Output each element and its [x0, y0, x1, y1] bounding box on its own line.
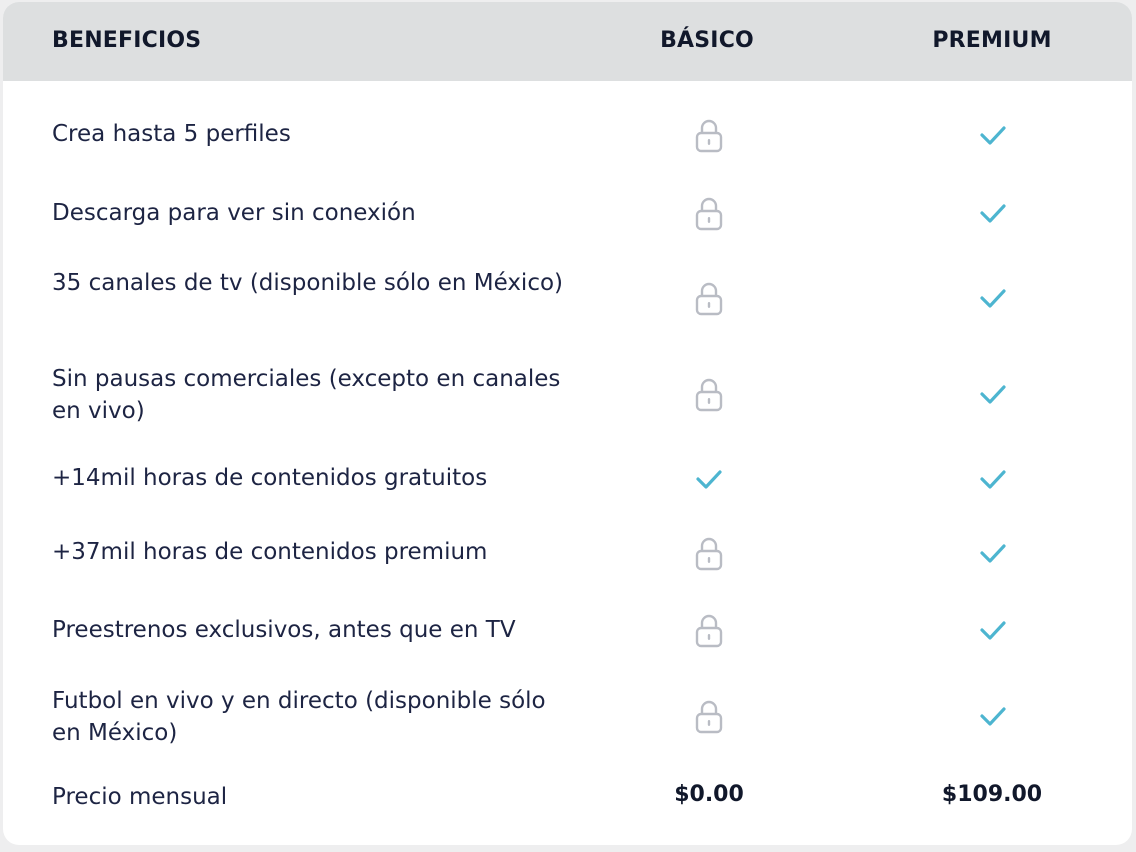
header-premium-plan: PREMIUM [932, 28, 1052, 53]
benefit-label: +37mil horas de contenidos premium [52, 539, 488, 565]
price-label: Precio mensual [52, 784, 228, 810]
table-header: BENEFICIOS BÁSICO PREMIUM [3, 2, 1132, 81]
benefit-label: 35 canales de tv (disponible sólo en Méx… [52, 270, 564, 296]
lock-icon [679, 375, 739, 415]
check-icon [963, 194, 1023, 234]
check-icon [963, 534, 1023, 574]
premium-price: $109.00 [941, 782, 1043, 807]
basic-price: $0.00 [674, 782, 744, 807]
benefit-label: Crea hasta 5 perfiles [52, 121, 291, 147]
lock-icon [679, 534, 739, 574]
benefit-label: Sin pausas comerciales (excepto en canal… [52, 366, 561, 424]
header-basic-plan: BÁSICO [660, 28, 754, 53]
plan-comparison-table: BENEFICIOS BÁSICO PREMIUM Crea hasta 5 p… [3, 2, 1132, 845]
benefit-label: Descarga para ver sin conexión [52, 200, 416, 226]
check-icon [679, 460, 739, 500]
lock-icon [679, 194, 739, 234]
lock-icon [679, 697, 739, 737]
check-icon [963, 697, 1023, 737]
check-icon [963, 460, 1023, 500]
check-icon [963, 611, 1023, 651]
header-benefits: BENEFICIOS [52, 28, 202, 53]
lock-icon [679, 279, 739, 319]
lock-icon [679, 611, 739, 651]
benefit-label: Futbol en vivo y en directo (disponible … [52, 688, 546, 746]
benefit-label: Preestrenos exclusivos, antes que en TV [52, 617, 516, 643]
check-icon [963, 279, 1023, 319]
benefit-label: +14mil horas de contenidos gratuitos [52, 465, 488, 491]
check-icon [963, 375, 1023, 415]
lock-icon [679, 116, 739, 156]
check-icon [963, 116, 1023, 156]
